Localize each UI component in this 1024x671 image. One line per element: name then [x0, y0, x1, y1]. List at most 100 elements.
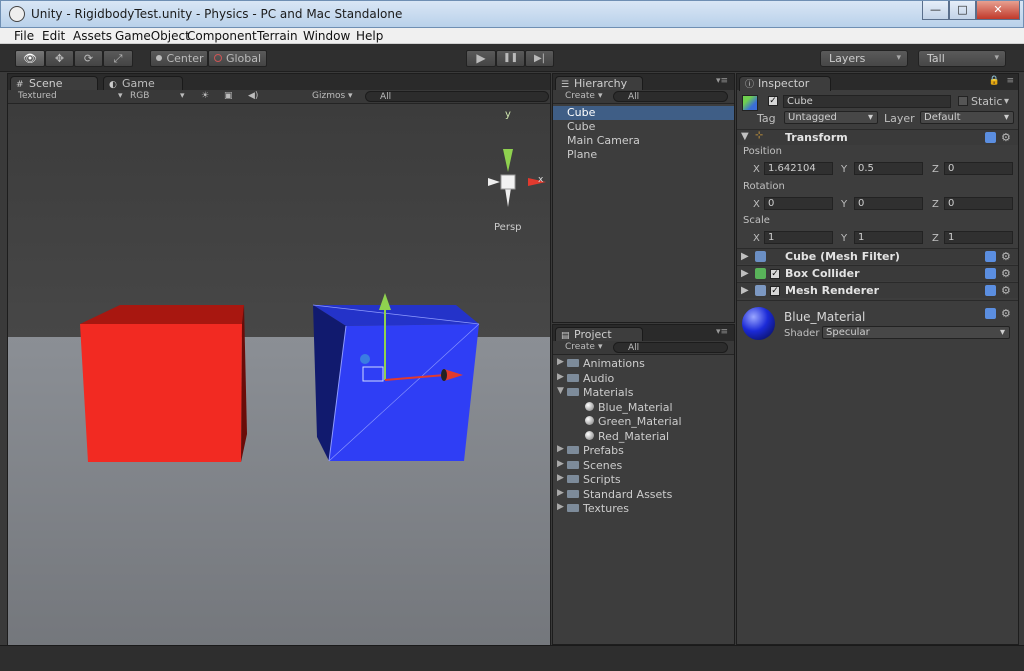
pivot-center-button[interactable]: Center [150, 50, 208, 67]
menu-component[interactable]: Component [187, 29, 257, 43]
hierarchy-item[interactable]: Plane [553, 148, 734, 162]
tab-hierarchy[interactable]: ☰ Hierarchy [555, 76, 643, 91]
expand-arrow-icon[interactable]: ▶ [557, 459, 564, 469]
panel-menu-icon[interactable]: ▾≡ [716, 327, 728, 337]
expand-arrow-icon[interactable]: ▶ [741, 251, 749, 262]
expand-arrow-icon[interactable]: ▶ [557, 357, 564, 367]
project-folder-item[interactable]: ▶ Standard Assets [553, 488, 734, 502]
lighting-toggle-icon[interactable]: ☀ [201, 91, 209, 101]
scale-x-field[interactable]: 1 [764, 231, 833, 244]
box-collider-checkbox[interactable]: ✓ [770, 269, 780, 279]
project-asset-item[interactable]: Red_Material [553, 430, 734, 444]
rotation-x-field[interactable]: 0 [764, 197, 833, 210]
transform-component-header[interactable]: ▼ ⊹ Transform ⚙ [737, 129, 1018, 145]
tab-game[interactable]: ◐ Game [103, 76, 183, 91]
hierarchy-create-button[interactable]: Create [565, 91, 595, 101]
tag-dropdown[interactable]: Untagged ▾ [784, 111, 878, 124]
scene-viewport[interactable]: y x Persp [8, 104, 550, 647]
project-folder-item[interactable]: ▶ Scenes [553, 459, 734, 473]
expand-arrow-icon[interactable]: ▶ [557, 502, 564, 512]
gear-icon[interactable]: ⚙ [1001, 250, 1011, 263]
project-folder-item[interactable]: ▶ Textures [553, 502, 734, 516]
object-name-input[interactable]: Cube [783, 95, 951, 108]
tab-project[interactable]: ▤ Project [555, 327, 643, 342]
shader-dropdown[interactable]: Specular ▾ [822, 326, 1010, 339]
close-button[interactable]: ✕ [976, 1, 1020, 20]
position-x-field[interactable]: 1.642104 [764, 162, 833, 175]
rotation-z-field[interactable]: 0 [944, 197, 1013, 210]
expand-arrow-icon[interactable]: ▶ [557, 444, 564, 454]
menu-assets[interactable]: Assets [73, 29, 112, 43]
expand-arrow-icon[interactable]: ▶ [741, 285, 749, 296]
active-checkbox[interactable]: ✓ [768, 96, 778, 106]
rotate-tool-button[interactable]: ⟳ [74, 50, 103, 67]
maximize-button[interactable]: □ [949, 1, 976, 20]
scale-y-field[interactable]: 1 [854, 231, 923, 244]
lock-icon[interactable]: 🔒 [989, 76, 1000, 86]
tab-scene[interactable]: # Scene [10, 76, 98, 91]
move-tool-button[interactable]: ✥ [45, 50, 74, 67]
project-folder-item[interactable]: ▼ Materials [553, 386, 734, 400]
view-tool-button[interactable]: 👁 [15, 50, 45, 67]
scale-tool-button[interactable]: ⤢ [103, 50, 133, 67]
scene-search-input[interactable]: All [365, 91, 549, 102]
project-asset-item[interactable]: Blue_Material [553, 401, 734, 415]
help-book-icon[interactable] [985, 132, 996, 143]
menu-window[interactable]: Window [303, 29, 350, 43]
menu-file[interactable]: File [14, 29, 34, 43]
project-search-input[interactable]: All [613, 342, 728, 353]
step-button[interactable]: ▶| [525, 50, 554, 67]
mesh-renderer-checkbox[interactable]: ✓ [770, 286, 780, 296]
collapse-arrow-icon[interactable]: ▼ [557, 386, 564, 396]
hierarchy-item[interactable]: Cube [553, 106, 734, 120]
layout-dropdown[interactable]: Tall ▾ [918, 50, 1006, 67]
project-folder-item[interactable]: ▶ Prefabs [553, 444, 734, 458]
mesh-renderer-component-header[interactable]: ▶ ✓ Mesh Renderer ⚙ [737, 282, 1018, 298]
help-book-icon[interactable] [985, 308, 996, 319]
static-checkbox[interactable] [958, 96, 968, 106]
color-mode-dropdown[interactable]: RGB [130, 91, 149, 101]
scale-z-field[interactable]: 1 [944, 231, 1013, 244]
collapse-arrow-icon[interactable]: ▼ [741, 131, 749, 142]
gear-icon[interactable]: ⚙ [1001, 131, 1011, 144]
projection-label[interactable]: Persp [494, 222, 522, 233]
render-mode-dropdown[interactable]: Textured [18, 91, 57, 101]
image-toggle-icon[interactable]: ▣ [224, 91, 233, 101]
panel-menu-icon[interactable]: ▾≡ [716, 76, 728, 86]
hierarchy-search-input[interactable]: All [613, 91, 728, 102]
hierarchy-item[interactable]: Main Camera [553, 134, 734, 148]
expand-arrow-icon[interactable]: ▶ [557, 473, 564, 483]
layers-dropdown[interactable]: Layers ▾ [820, 50, 908, 67]
help-book-icon[interactable] [985, 268, 996, 279]
layer-dropdown[interactable]: Default ▾ [920, 111, 1014, 124]
audio-toggle-icon[interactable]: ◀) [248, 91, 258, 101]
project-folder-item[interactable]: ▶ Animations [553, 357, 734, 371]
play-button[interactable]: ▶ [466, 50, 496, 67]
box-collider-component-header[interactable]: ▶ ✓ Box Collider ⚙ [737, 265, 1018, 281]
position-y-field[interactable]: 0.5 [854, 162, 923, 175]
gear-icon[interactable]: ⚙ [1001, 307, 1011, 320]
rotation-y-field[interactable]: 0 [854, 197, 923, 210]
help-book-icon[interactable] [985, 285, 996, 296]
expand-arrow-icon[interactable]: ▶ [741, 268, 749, 279]
menu-gameobject[interactable]: GameObject [115, 29, 190, 43]
gear-icon[interactable]: ⚙ [1001, 284, 1011, 297]
project-folder-item[interactable]: ▶ Scripts [553, 473, 734, 487]
menu-help[interactable]: Help [356, 29, 383, 43]
menu-edit[interactable]: Edit [42, 29, 65, 43]
red-cube[interactable] [80, 305, 247, 462]
project-asset-item[interactable]: Green_Material [553, 415, 734, 429]
minimize-button[interactable]: — [922, 1, 949, 20]
blue-cube[interactable] [312, 304, 480, 462]
hierarchy-item[interactable]: Cube [553, 120, 734, 134]
dropdown-arrow-icon[interactable]: ▾ [1004, 96, 1009, 107]
gear-icon[interactable]: ⚙ [1001, 267, 1011, 280]
menu-terrain[interactable]: Terrain [257, 29, 298, 43]
expand-arrow-icon[interactable]: ▶ [557, 372, 564, 382]
pause-button[interactable]: ❚❚ [496, 50, 525, 67]
project-folder-item[interactable]: ▶ Audio [553, 372, 734, 386]
gizmos-dropdown[interactable]: Gizmos [312, 91, 345, 101]
position-z-field[interactable]: 0 [944, 162, 1013, 175]
expand-arrow-icon[interactable]: ▶ [557, 488, 564, 498]
pivot-global-button[interactable]: Global [208, 50, 267, 67]
